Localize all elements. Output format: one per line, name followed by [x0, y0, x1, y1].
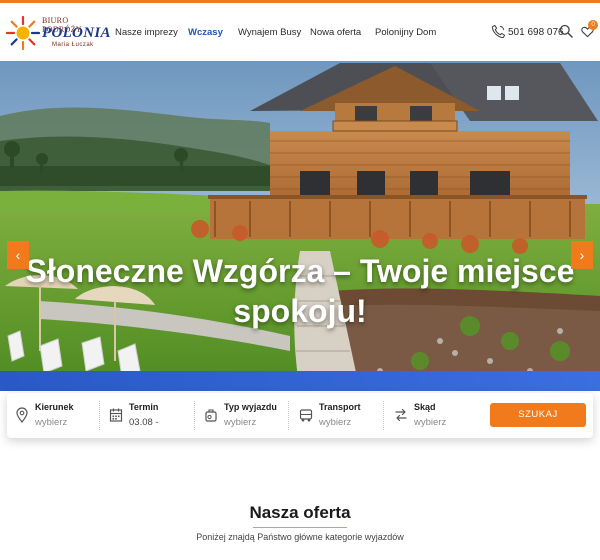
section-title-underline: [253, 527, 347, 528]
trip-type-label: Typ wyjazdu: [224, 402, 277, 412]
offer-section-subtitle: Poniżej znajdą Państwo główne kategorie …: [196, 532, 404, 542]
location-pin-icon: [16, 407, 28, 423]
field-divider: [194, 401, 195, 430]
trip-type-value: wybierz: [224, 417, 257, 428]
favorites-count-badge: 0: [588, 20, 598, 30]
bus-icon: [299, 409, 313, 422]
nav-item-wczasy[interactable]: Wczasy: [188, 27, 223, 38]
departure-value: wybierz: [414, 417, 447, 428]
field-divider: [99, 401, 100, 430]
sun-logo-icon: [6, 16, 40, 50]
search-icon[interactable]: [559, 24, 573, 38]
hero-title: Słoneczne Wzgórza – Twoje miejsce spokoj…: [25, 253, 575, 329]
site-header: BIURO PODRÓŻY POLONIA Maria Łuczak Nasze…: [0, 3, 600, 61]
transport-field[interactable]: Transport wybierz: [299, 393, 385, 438]
trip-type-field[interactable]: Typ wyjazdu wybierz: [204, 393, 290, 438]
field-divider: [383, 401, 384, 430]
departure-field[interactable]: Skąd wybierz: [394, 393, 480, 438]
transport-value: wybierz: [319, 417, 352, 428]
nav-item-nasze-imprezy[interactable]: Nasze imprezy: [115, 27, 178, 38]
hero-image: [0, 61, 600, 391]
destination-label: Kierunek: [35, 402, 74, 412]
departure-label: Skąd: [414, 402, 436, 412]
hero-next-arrow[interactable]: ›: [571, 241, 593, 269]
suitcase-icon: [205, 409, 217, 422]
nav-item-nowa-oferta[interactable]: Nowa oferta: [310, 27, 361, 38]
search-button[interactable]: SZUKAJ: [490, 403, 586, 427]
trip-search-form: Kierunek wybierz Termin 03.08 - Typ wyja…: [7, 393, 593, 438]
destination-field[interactable]: Kierunek wybierz: [15, 393, 101, 438]
date-label: Termin: [129, 402, 159, 412]
date-value: 03.08 -: [129, 417, 159, 428]
brand-name: POLONIA: [42, 25, 111, 41]
hero-slider: Słoneczne Wzgórza – Twoje miejsce spokoj…: [0, 61, 600, 391]
hero-prev-arrow[interactable]: ‹: [7, 241, 29, 269]
nav-item-polonijny-dom[interactable]: Polonijny Dom: [375, 27, 436, 38]
date-field[interactable]: Termin 03.08 -: [109, 393, 195, 438]
calendar-icon: [109, 408, 123, 422]
nav-item-wynajem-busy[interactable]: Wynajem Busy: [238, 27, 301, 38]
destination-value: wybierz: [35, 417, 68, 428]
phone-icon: [491, 24, 506, 39]
field-divider: [288, 401, 289, 430]
route-arrows-icon: [395, 408, 407, 422]
transport-label: Transport: [319, 402, 361, 412]
brand-owner: Maria Łuczak: [52, 42, 94, 48]
brand-logo[interactable]: BIURO PODRÓŻY POLONIA Maria Łuczak: [6, 12, 110, 54]
offer-section-title: Nasza oferta: [249, 503, 351, 522]
phone-number-link[interactable]: 501 698 076: [508, 27, 564, 38]
